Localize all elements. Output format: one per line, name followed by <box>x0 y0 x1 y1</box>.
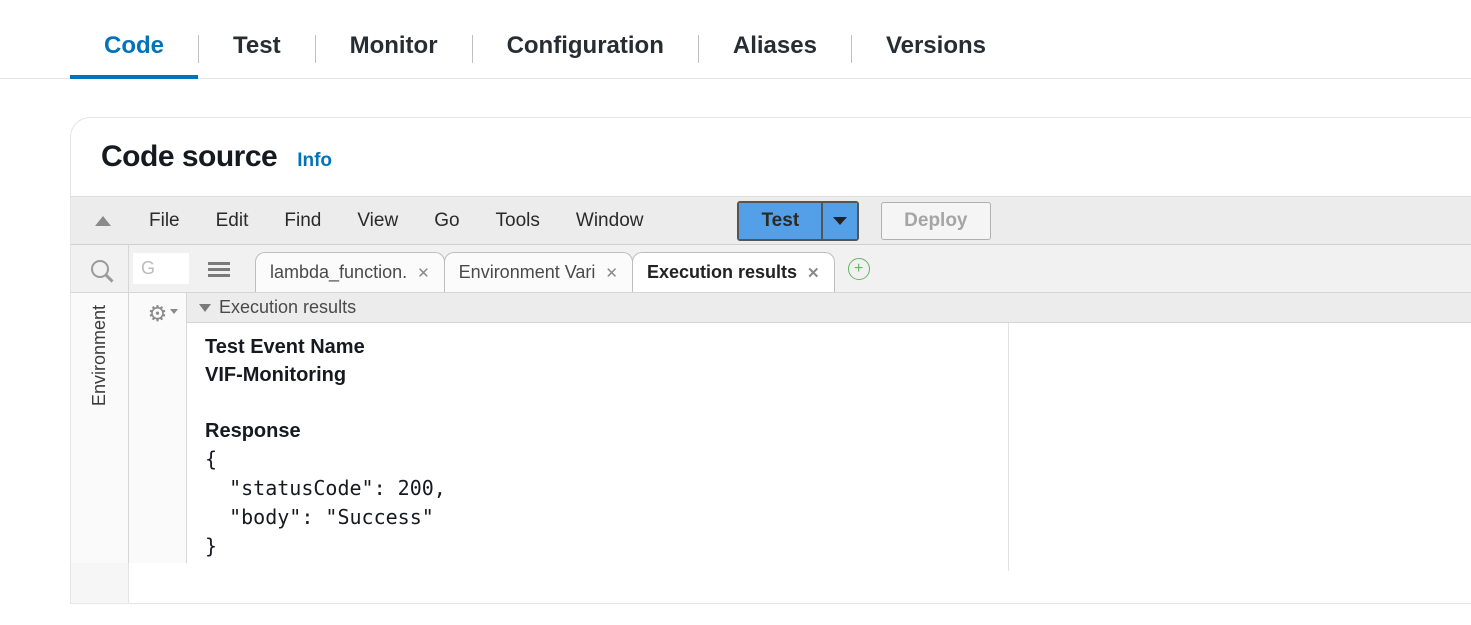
editor-menu-bar: File Edit Find View Go Tools Window Test… <box>71 197 1471 245</box>
file-tab-lambda[interactable]: lambda_function. ✕ <box>255 252 445 292</box>
results-header[interactable]: Execution results <box>187 293 1471 323</box>
environment-sidebar-label: Environment <box>89 305 110 406</box>
file-tree-icon[interactable] <box>193 245 245 292</box>
gear-icon: ⚙ <box>148 301 168 327</box>
triangle-down-icon <box>199 304 211 312</box>
function-tabs: Code Test Monitor Configuration Aliases … <box>0 0 1471 79</box>
settings-button[interactable]: ⚙ <box>129 293 187 563</box>
tab-aliases[interactable]: Aliases <box>699 20 851 78</box>
tab-test[interactable]: Test <box>199 20 315 78</box>
info-link[interactable]: Info <box>297 150 332 172</box>
test-button[interactable]: Test <box>739 203 821 239</box>
results-body: Test Event Name VIF-Monitoring Response … <box>187 323 1471 571</box>
goto-field[interactable]: G <box>133 253 189 284</box>
file-tab-label: Environment Vari <box>459 262 596 283</box>
test-dropdown-button[interactable] <box>821 203 857 239</box>
deploy-button[interactable]: Deploy <box>881 202 990 240</box>
test-event-label: Test Event Name <box>205 336 365 358</box>
file-tab-label: Execution results <box>647 262 797 283</box>
code-source-panel: Code source Info File Edit Find View Go … <box>70 117 1471 604</box>
close-icon[interactable]: ✕ <box>417 264 430 282</box>
results-pane: Execution results Test Event Name VIF-Mo… <box>187 293 1471 563</box>
panel-header: Code source Info <box>71 118 1471 196</box>
menu-file[interactable]: File <box>133 204 196 238</box>
results-output: Test Event Name VIF-Monitoring Response … <box>187 323 1009 571</box>
code-editor: File Edit Find View Go Tools Window Test… <box>71 196 1471 603</box>
tab-code[interactable]: Code <box>70 20 198 78</box>
editor-body: Environment ⚙ Execution results Test Eve… <box>71 293 1471 563</box>
collapse-icon[interactable] <box>95 216 111 226</box>
menu-edit[interactable]: Edit <box>200 204 265 238</box>
test-event-name: VIF-Monitoring <box>205 364 346 386</box>
file-tab-env-vars[interactable]: Environment Vari ✕ <box>444 252 633 292</box>
caret-down-icon <box>170 309 178 314</box>
menu-go[interactable]: Go <box>418 204 475 238</box>
menu-window[interactable]: Window <box>560 204 660 238</box>
close-icon[interactable]: ✕ <box>605 264 618 282</box>
menu-tools[interactable]: Tools <box>480 204 556 238</box>
results-side-pane <box>1009 323 1471 571</box>
response-body: { "statusCode": 200, "body": "Success" } <box>205 447 446 558</box>
close-icon[interactable]: ✕ <box>807 264 820 282</box>
search-icon <box>91 260 109 278</box>
menu-find[interactable]: Find <box>268 204 337 238</box>
search-button[interactable] <box>71 245 129 292</box>
add-tab-button[interactable]: + <box>848 258 870 280</box>
panel-title: Code source <box>101 140 277 174</box>
tab-versions[interactable]: Versions <box>852 20 1020 78</box>
tab-monitor[interactable]: Monitor <box>316 20 472 78</box>
file-tab-label: lambda_function. <box>270 262 407 283</box>
folder-glyph-icon <box>208 260 230 278</box>
plus-icon: + <box>854 261 863 277</box>
environment-sidebar-tab[interactable]: Environment <box>71 293 129 563</box>
response-label: Response <box>205 420 301 442</box>
editor-sub-bar: G lambda_function. ✕ Environment Vari ✕ <box>71 245 1471 293</box>
caret-down-icon <box>833 217 847 225</box>
results-header-label: Execution results <box>219 297 356 318</box>
file-tab-strip: lambda_function. ✕ Environment Vari ✕ Ex… <box>245 245 1471 292</box>
menu-view[interactable]: View <box>341 204 414 238</box>
file-tab-execution-results[interactable]: Execution results ✕ <box>632 252 835 292</box>
test-button-group: Test <box>737 201 859 241</box>
tab-configuration[interactable]: Configuration <box>473 20 698 78</box>
sidebar-gutter-faded <box>71 563 129 603</box>
